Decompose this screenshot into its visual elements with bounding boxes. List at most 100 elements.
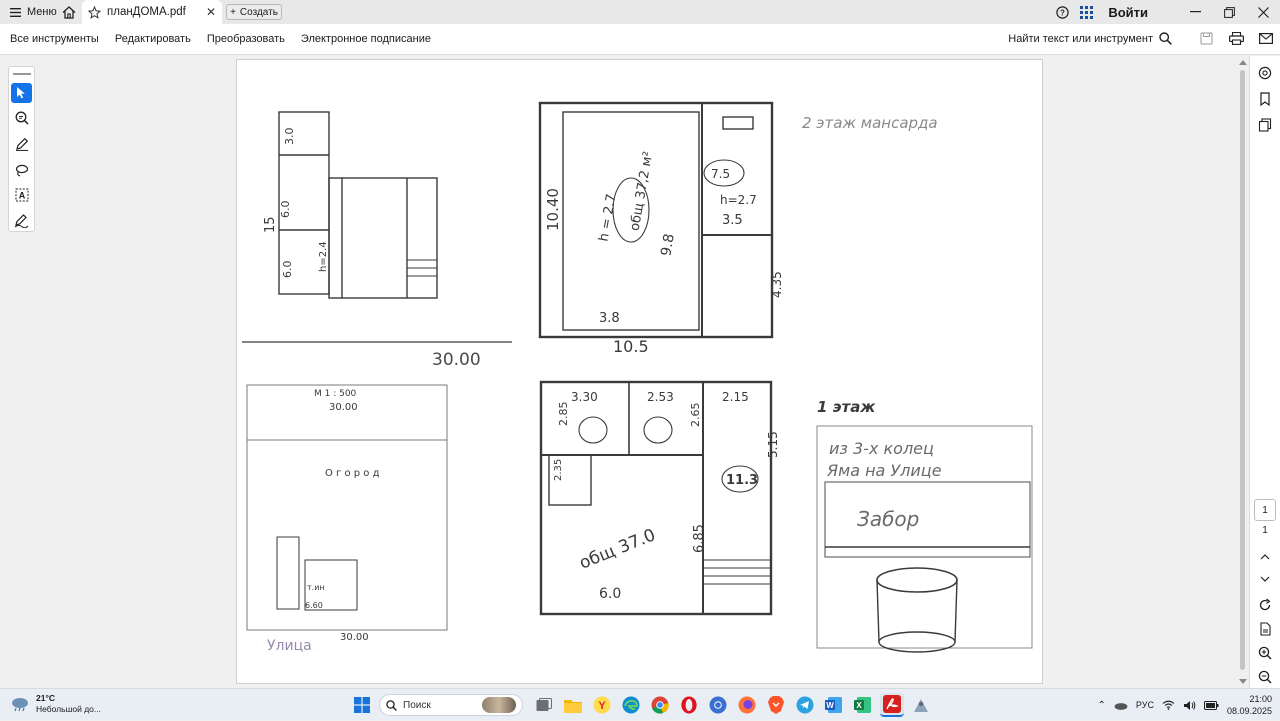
label-floor1-3-30: 3.30 bbox=[571, 390, 598, 404]
menu-all-tools[interactable]: Все инструменты bbox=[10, 33, 99, 45]
scroll-down-arrow[interactable] bbox=[1239, 679, 1247, 684]
taskbar-search[interactable]: Поиск bbox=[379, 694, 523, 716]
total-pages: 1 bbox=[1262, 525, 1268, 536]
cursor-icon bbox=[17, 87, 25, 99]
comment-tool[interactable] bbox=[11, 109, 32, 129]
label-scale-width: 30.00 bbox=[329, 402, 358, 413]
yandex-browser-button[interactable]: Y bbox=[590, 693, 614, 717]
word-icon: W bbox=[825, 697, 842, 713]
battery-icon[interactable] bbox=[1203, 700, 1219, 710]
weather-widget[interactable]: 21°C Небольшой до... bbox=[10, 693, 101, 715]
create-label: Создать bbox=[239, 6, 278, 18]
close-icon bbox=[1257, 6, 1269, 18]
volume-icon[interactable] bbox=[1183, 700, 1196, 711]
next-page-icon[interactable] bbox=[1257, 571, 1273, 587]
signin-button[interactable]: Войти bbox=[1108, 5, 1148, 20]
select-tool[interactable] bbox=[11, 82, 32, 103]
telegram-icon bbox=[796, 696, 814, 714]
close-window-button[interactable] bbox=[1246, 0, 1280, 24]
opera-button[interactable] bbox=[677, 693, 701, 717]
excel-icon: X bbox=[854, 697, 871, 713]
excel-button[interactable]: X bbox=[851, 693, 875, 717]
find-tool-button[interactable]: Найти текст или инструмент bbox=[1008, 32, 1172, 45]
clock[interactable]: 21:00 08.09.2025 bbox=[1227, 693, 1272, 717]
word-button[interactable]: W bbox=[822, 693, 846, 717]
text-select-tool[interactable]: A bbox=[11, 186, 32, 206]
restore-button[interactable] bbox=[1212, 0, 1246, 24]
wifi-icon[interactable] bbox=[1162, 700, 1175, 710]
windows-icon bbox=[354, 697, 370, 713]
label-floor1-2-35: 2.35 bbox=[553, 459, 564, 481]
hamburger-icon bbox=[10, 7, 21, 17]
firefox-button[interactable] bbox=[735, 693, 759, 717]
email-icon[interactable] bbox=[1258, 30, 1274, 46]
brave-icon bbox=[768, 696, 784, 714]
document-tab[interactable]: планДОМА.pdf ✕ bbox=[82, 0, 222, 24]
app-misc-button[interactable] bbox=[909, 693, 933, 717]
acrobat-button[interactable] bbox=[880, 693, 904, 717]
task-view-button[interactable] bbox=[532, 693, 556, 717]
label-floor2-9-8: 9.8 bbox=[658, 233, 678, 258]
label-street: Улица bbox=[267, 638, 312, 654]
draw-tool[interactable] bbox=[11, 134, 32, 154]
bookmark-icon[interactable] bbox=[1257, 91, 1273, 107]
onedrive-icon[interactable] bbox=[1114, 701, 1128, 710]
zoom-out-icon[interactable] bbox=[1257, 669, 1273, 685]
task-view-icon bbox=[536, 698, 552, 711]
pages-icon[interactable] bbox=[1257, 117, 1273, 133]
tool-rail: A bbox=[8, 66, 35, 232]
menu-edit[interactable]: Редактировать bbox=[115, 33, 191, 45]
label-site-6-60: 6.60 bbox=[305, 601, 323, 610]
freeform-tool[interactable] bbox=[11, 160, 32, 180]
label-sketch-2: Яма на Улице bbox=[826, 461, 942, 480]
label-left-h: h=2.4 bbox=[318, 241, 329, 272]
search-placeholder: Поиск bbox=[403, 699, 431, 711]
chevron-up-icon[interactable]: ⌃ bbox=[1098, 700, 1106, 711]
label-site-tin: т.ин bbox=[307, 583, 325, 592]
scroll-up-arrow[interactable] bbox=[1239, 60, 1247, 65]
print-icon[interactable] bbox=[1228, 30, 1244, 46]
comment-panel-icon[interactable] bbox=[1257, 65, 1273, 81]
prev-page-icon[interactable] bbox=[1257, 549, 1273, 565]
label-left-15: 15 bbox=[263, 216, 278, 233]
menu-e-sign[interactable]: Электронное подписание bbox=[301, 33, 431, 45]
edge-button[interactable] bbox=[619, 693, 643, 717]
zoom-in-icon[interactable] bbox=[1257, 645, 1273, 661]
sign-tool[interactable] bbox=[11, 211, 32, 231]
clock-date: 08.09.2025 bbox=[1226, 706, 1272, 716]
label-sketch-1: из 3-х колец bbox=[829, 439, 934, 458]
brave-button[interactable] bbox=[764, 693, 788, 717]
svg-text:W: W bbox=[826, 701, 834, 710]
telegram-button[interactable] bbox=[793, 693, 817, 717]
lasso-icon bbox=[15, 164, 28, 177]
vertical-scrollbar[interactable] bbox=[1237, 56, 1248, 688]
home-button[interactable] bbox=[56, 0, 82, 24]
current-page-field[interactable]: 1 bbox=[1254, 499, 1276, 521]
help-icon[interactable]: ? bbox=[1050, 0, 1074, 24]
save-icon[interactable] bbox=[1198, 30, 1214, 46]
grip-handle[interactable] bbox=[12, 73, 31, 75]
menu-convert[interactable]: Преобразовать bbox=[207, 33, 285, 45]
document-area[interactable]: 30.00 3.0 6.0 6.0 h=2.4 15 2 этаж мансар… bbox=[0, 56, 1248, 688]
star-icon[interactable] bbox=[88, 5, 101, 19]
label-left-6-0b: 6.0 bbox=[281, 261, 294, 279]
floor-plan-drawing: 30.00 3.0 6.0 6.0 h=2.4 15 2 этаж мансар… bbox=[242, 101, 1033, 654]
minimize-button[interactable] bbox=[1178, 0, 1212, 24]
label-floor1-2-65: 2.65 bbox=[689, 403, 702, 428]
rotate-icon[interactable] bbox=[1257, 597, 1273, 613]
chrome-button[interactable] bbox=[648, 693, 672, 717]
close-tab-icon[interactable]: ✕ bbox=[206, 5, 216, 19]
restore-icon bbox=[1223, 6, 1235, 18]
file-explorer-button[interactable] bbox=[561, 693, 585, 717]
language-indicator[interactable]: РУС bbox=[1136, 700, 1154, 710]
label-left-total: 30.00 bbox=[432, 350, 481, 370]
label-floor1-w: 6.0 bbox=[599, 586, 621, 602]
scroll-thumb[interactable] bbox=[1240, 70, 1245, 670]
start-button[interactable] bbox=[350, 693, 374, 717]
create-button[interactable]: + Создать bbox=[226, 4, 282, 20]
chromium-button[interactable] bbox=[706, 693, 730, 717]
label-floor2-right-4-35: 4.35 bbox=[770, 271, 784, 298]
page-fit-icon[interactable] bbox=[1257, 621, 1273, 637]
home-icon bbox=[62, 5, 76, 19]
apps-grid-icon[interactable] bbox=[1074, 0, 1098, 24]
